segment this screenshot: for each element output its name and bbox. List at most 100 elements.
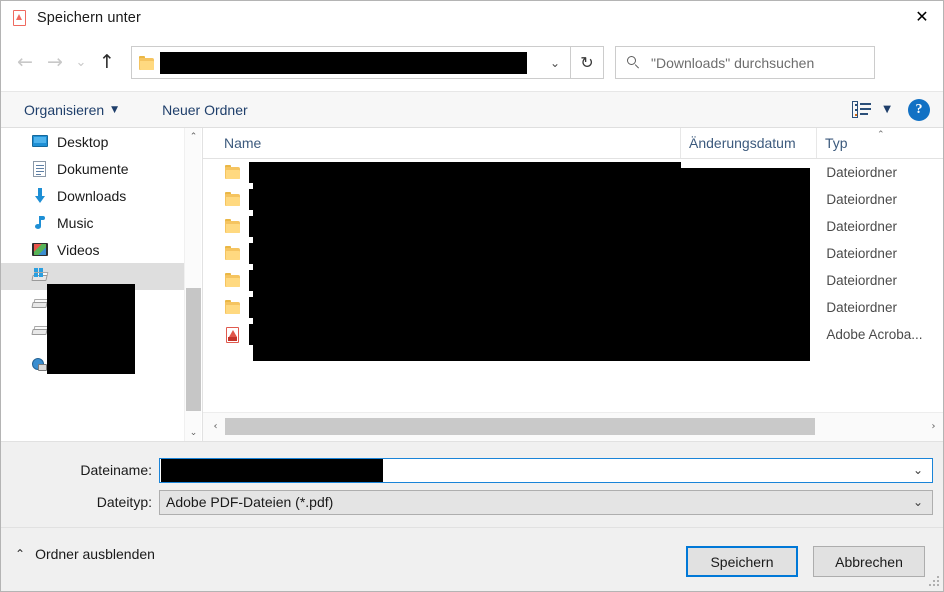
sidebar-item-downloads[interactable]: Downloads	[1, 182, 184, 209]
navigation-bar: ← → ⌄ ↑ ⌄ ↻ "Downloads" durchsuchen	[1, 34, 943, 91]
sidebar-item-label: Desktop	[57, 133, 109, 150]
sort-ascending-icon: ⌃	[877, 130, 885, 140]
save-button[interactable]: Speichern	[686, 546, 798, 577]
sidebar-item-label: Dokumente	[57, 160, 129, 177]
file-type-cell: Dateiordner	[826, 246, 897, 261]
folder-icon	[225, 299, 241, 316]
file-list-pane: Name Änderungsdatum Typ ⌃ Dateiordner Da…	[202, 128, 943, 441]
title-bar: Speichern unter ✕	[1, 1, 943, 34]
help-label: ?	[915, 101, 923, 117]
folder-icon	[225, 164, 241, 181]
sidebar-item-videos[interactable]: Videos	[1, 236, 184, 263]
file-list-redaction-overlay	[253, 168, 810, 361]
cancel-button[interactable]: Abbrechen	[813, 546, 925, 577]
sidebar-item-dokumente[interactable]: Dokumente	[1, 155, 184, 182]
pdf-document-icon	[12, 9, 28, 26]
scroll-right-icon[interactable]: ›	[925, 413, 942, 440]
back-button[interactable]: ←	[10, 48, 40, 78]
hide-folders-label: Ordner ausblenden	[35, 546, 155, 562]
new-folder-label: Neuer Ordner	[162, 101, 248, 118]
column-label: Name	[224, 135, 262, 151]
file-rows: Dateiordner Dateiordner Dateiordner Date…	[203, 159, 943, 411]
chevron-up-icon: ⌃	[15, 547, 26, 561]
recent-locations-button[interactable]: ⌄	[70, 48, 92, 78]
chevron-down-icon: ⌄	[549, 55, 561, 70]
breadcrumb[interactable]	[160, 51, 540, 74]
view-options-caret-icon[interactable]: ▼	[883, 104, 891, 115]
filename-redacted-value	[161, 458, 383, 482]
close-button[interactable]: ✕	[899, 1, 943, 33]
address-bar[interactable]: ⌄	[131, 46, 571, 79]
music-icon	[31, 214, 49, 232]
file-type-cell: Dateiordner	[826, 219, 897, 234]
scroll-up-icon[interactable]: ⌃	[185, 128, 202, 145]
new-folder-button[interactable]: Neuer Ordner	[152, 92, 258, 128]
chevron-down-icon: ⌄	[75, 55, 87, 70]
navigation-pane: Desktop Dokumente Downloads Music Videos	[1, 128, 184, 441]
folder-icon	[225, 245, 241, 262]
forward-arrow-icon: →	[47, 51, 63, 73]
videos-icon	[31, 241, 49, 259]
sidebar-item-label: Videos	[57, 241, 100, 258]
organize-label: Organisieren	[24, 101, 105, 118]
system-drive-icon	[31, 267, 49, 286]
content-area: Desktop Dokumente Downloads Music Videos…	[1, 128, 943, 441]
column-label: Änderungsdatum	[689, 135, 796, 151]
navigation-pane-scrollbar[interactable]: ⌃ ⌄	[184, 128, 201, 441]
back-arrow-icon: ←	[17, 51, 33, 73]
filename-input[interactable]: ⌄	[159, 457, 933, 483]
sidebar-item-desktop[interactable]: Desktop	[1, 128, 184, 155]
desktop-icon	[31, 133, 49, 151]
save-form: Dateiname: ⌄ Dateityp: Adobe PDF-Dateien…	[1, 441, 943, 527]
forward-button[interactable]: →	[40, 48, 70, 78]
address-dropdown-button[interactable]: ⌄	[540, 47, 570, 78]
scrollbar-thumb[interactable]	[186, 288, 201, 411]
file-list-horizontal-scrollbar[interactable]: ‹ ›	[203, 412, 943, 441]
up-button[interactable]: ↑	[92, 48, 122, 78]
filetype-value: Adobe PDF-Dateien (*.pdf)	[166, 494, 334, 510]
sidebar-item-music[interactable]: Music	[1, 209, 184, 236]
file-type-cell: Dateiordner	[826, 273, 897, 288]
scroll-down-icon[interactable]: ⌄	[185, 424, 202, 441]
search-input[interactable]: "Downloads" durchsuchen	[615, 46, 875, 79]
column-label: Typ	[825, 135, 848, 151]
sidebar-item-label: Downloads	[57, 187, 127, 204]
filename-row: Dateiname: ⌄	[1, 457, 943, 483]
filetype-select[interactable]: Adobe PDF-Dateien (*.pdf) ⌄	[159, 489, 933, 515]
save-as-dialog: Speichern unter ✕ ← → ⌄ ↑ ⌄ ↻ "Downloads…	[0, 0, 944, 592]
documents-icon	[31, 160, 49, 178]
help-button[interactable]: ?	[908, 98, 930, 121]
sidebar-item-label: Music	[57, 214, 94, 231]
folder-icon	[139, 55, 155, 70]
up-arrow-icon: ↑	[99, 51, 115, 73]
save-button-label: Speichern	[710, 553, 774, 570]
folder-icon	[225, 218, 241, 235]
cancel-button-label: Abbrechen	[835, 553, 903, 570]
scroll-left-icon[interactable]: ‹	[207, 413, 224, 440]
search-placeholder: "Downloads" durchsuchen	[651, 54, 815, 71]
column-header-date[interactable]: Änderungsdatum	[681, 128, 817, 158]
breadcrumb-redacted-path	[160, 51, 527, 74]
refresh-icon: ↻	[580, 52, 594, 72]
window-title: Speichern unter	[37, 9, 141, 26]
command-bar: Organisieren ▼ Neuer Ordner ▼ ?	[1, 91, 943, 128]
chevron-down-icon[interactable]: ⌄	[913, 496, 923, 508]
chevron-down-icon: ▼	[111, 104, 119, 115]
refresh-button[interactable]: ↻	[570, 46, 604, 79]
downloads-icon	[31, 187, 49, 205]
list-view-icon[interactable]	[852, 101, 872, 118]
file-type-cell: Dateiordner	[826, 300, 897, 315]
close-icon: ✕	[915, 7, 929, 26]
hide-folders-toggle[interactable]: ⌃ Ordner ausblenden	[15, 546, 155, 562]
filetype-label: Dateityp:	[96, 494, 152, 510]
resize-grip[interactable]	[929, 576, 941, 588]
folder-icon	[225, 191, 241, 208]
chevron-down-icon[interactable]: ⌄	[913, 464, 923, 476]
dialog-footer: ⌃ Ordner ausblenden Speichern Abbrechen	[1, 527, 943, 591]
file-type-cell: Dateiordner	[826, 192, 897, 207]
filetype-row: Dateityp: Adobe PDF-Dateien (*.pdf) ⌄	[1, 489, 943, 515]
scrollbar-thumb[interactable]	[225, 418, 815, 435]
column-header-row: Name Änderungsdatum Typ ⌃	[203, 128, 943, 159]
organize-button[interactable]: Organisieren ▼	[14, 92, 128, 128]
column-header-name[interactable]: Name	[203, 128, 681, 158]
